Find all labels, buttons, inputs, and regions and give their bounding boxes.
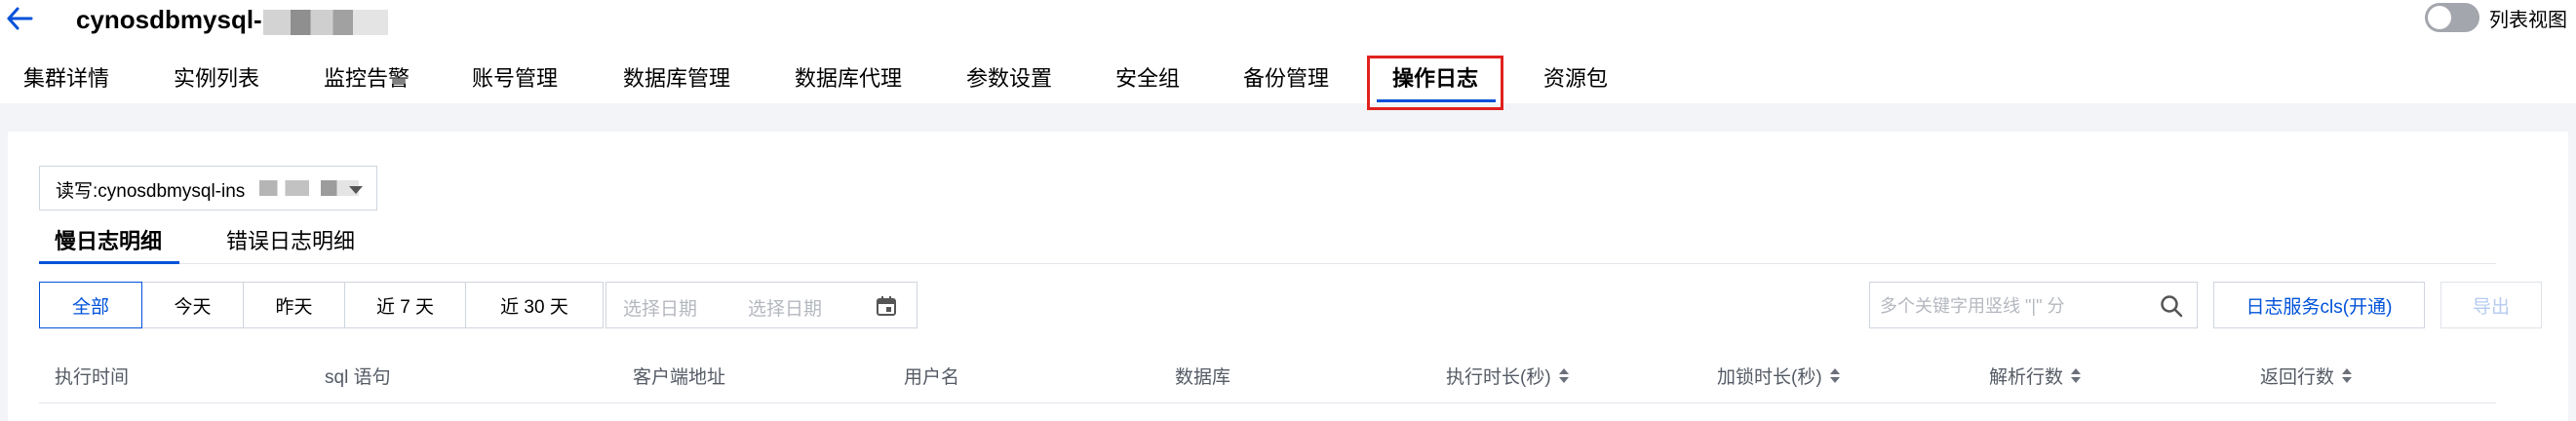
tab-parameter-settings[interactable]: 参数设置 [966, 64, 1052, 94]
tab-instance-list[interactable]: 实例列表 [174, 64, 259, 94]
redacted-cluster-id [263, 10, 388, 35]
tab-account-management[interactable]: 账号管理 [472, 64, 558, 94]
table-header-divider [39, 402, 2496, 403]
column-label: 数据库 [1175, 367, 1231, 388]
column-rows-returned[interactable]: 返回行数 [2260, 363, 2353, 389]
calendar-icon[interactable] [876, 295, 897, 317]
sort-icon[interactable] [1829, 367, 1840, 384]
range-all-button[interactable]: 全部 [39, 282, 142, 328]
switch-knob [2428, 6, 2451, 29]
redacted-instance-id [259, 180, 359, 196]
cluster-title: cynosdbmysql- [76, 5, 262, 34]
cluster-tab-bar: 集群详情 实例列表 监控告警 账号管理 数据库管理 数据库代理 参数设置 安全组… [0, 57, 2576, 101]
active-subtab-indicator [39, 261, 179, 264]
highlight-box [1367, 56, 1503, 110]
list-view-toggle[interactable]: 列表视图 [2425, 0, 2567, 35]
tab-database-management[interactable]: 数据库管理 [623, 64, 730, 94]
date-range-picker[interactable]: 选择日期 选择日期 [605, 282, 917, 328]
sort-icon[interactable] [2071, 367, 2082, 384]
list-view-switch[interactable] [2425, 3, 2479, 32]
table-header: 执行时间 sql 语句 客户端地址 用户名 数据库 执行时长(秒) 加锁时长(秒… [39, 353, 2496, 402]
list-view-label: 列表视图 [2489, 9, 2567, 31]
sort-icon[interactable] [1558, 367, 1569, 384]
sort-icon[interactable] [2342, 367, 2353, 384]
column-database: 数据库 [1175, 363, 1230, 389]
instance-select[interactable]: 读写:cynosdbmysql-ins [39, 166, 377, 210]
column-username: 用户名 [904, 363, 959, 389]
tab-slow-log-details[interactable]: 慢日志明细 [55, 227, 162, 256]
range-yesterday-button[interactable]: 昨天 [243, 282, 345, 328]
tab-security-group[interactable]: 安全组 [1115, 64, 1180, 94]
log-service-cls-button[interactable]: 日志服务cls(开通) [2213, 282, 2425, 328]
tab-monitoring-alerts[interactable]: 监控告警 [324, 64, 410, 94]
subtab-divider [39, 263, 2496, 264]
column-label: 执行时间 [55, 367, 130, 388]
end-date-field[interactable]: 选择日期 [748, 294, 822, 321]
chevron-down-icon [349, 186, 363, 194]
column-rows-parsed[interactable]: 解析行数 [1989, 363, 2082, 389]
column-label: sql 语句 [325, 367, 391, 388]
range-30-days-button[interactable]: 近 30 天 [465, 282, 604, 328]
column-label: 返回行数 [2260, 367, 2335, 388]
time-range-group: 全部 今天 昨天 近 7 天 近 30 天 [39, 282, 604, 328]
column-execution-time: 执行时间 [55, 363, 129, 389]
column-label: 用户名 [904, 367, 960, 388]
column-client-address: 客户端地址 [633, 363, 725, 389]
column-label: 客户端地址 [633, 367, 726, 388]
column-label: 加锁时长(秒) [1717, 367, 1822, 388]
column-execution-duration[interactable]: 执行时长(秒) [1446, 363, 1569, 389]
search-icon[interactable] [2160, 294, 2183, 318]
back-arrow-icon[interactable] [6, 2, 35, 35]
keyword-search-input[interactable] [1878, 283, 2155, 329]
tab-error-log-details[interactable]: 错误日志明细 [226, 227, 355, 256]
tab-cluster-details[interactable]: 集群详情 [23, 64, 109, 94]
tab-database-proxy[interactable]: 数据库代理 [795, 64, 902, 94]
export-button[interactable]: 导出 [2440, 282, 2542, 328]
tab-resource-package[interactable]: 资源包 [1543, 64, 1608, 94]
column-sql-statement: sql 语句 [325, 363, 391, 389]
column-lock-duration[interactable]: 加锁时长(秒) [1717, 363, 1840, 389]
range-today-button[interactable]: 今天 [141, 282, 244, 328]
tab-backup-management[interactable]: 备份管理 [1243, 64, 1329, 94]
instance-select-value: 读写:cynosdbmysql-ins [56, 181, 246, 202]
column-label: 执行时长(秒) [1446, 367, 1551, 388]
column-label: 解析行数 [1989, 367, 2064, 388]
keyword-search-box [1869, 282, 2198, 329]
start-date-field[interactable]: 选择日期 [623, 294, 697, 321]
range-7-days-button[interactable]: 近 7 天 [344, 282, 466, 328]
